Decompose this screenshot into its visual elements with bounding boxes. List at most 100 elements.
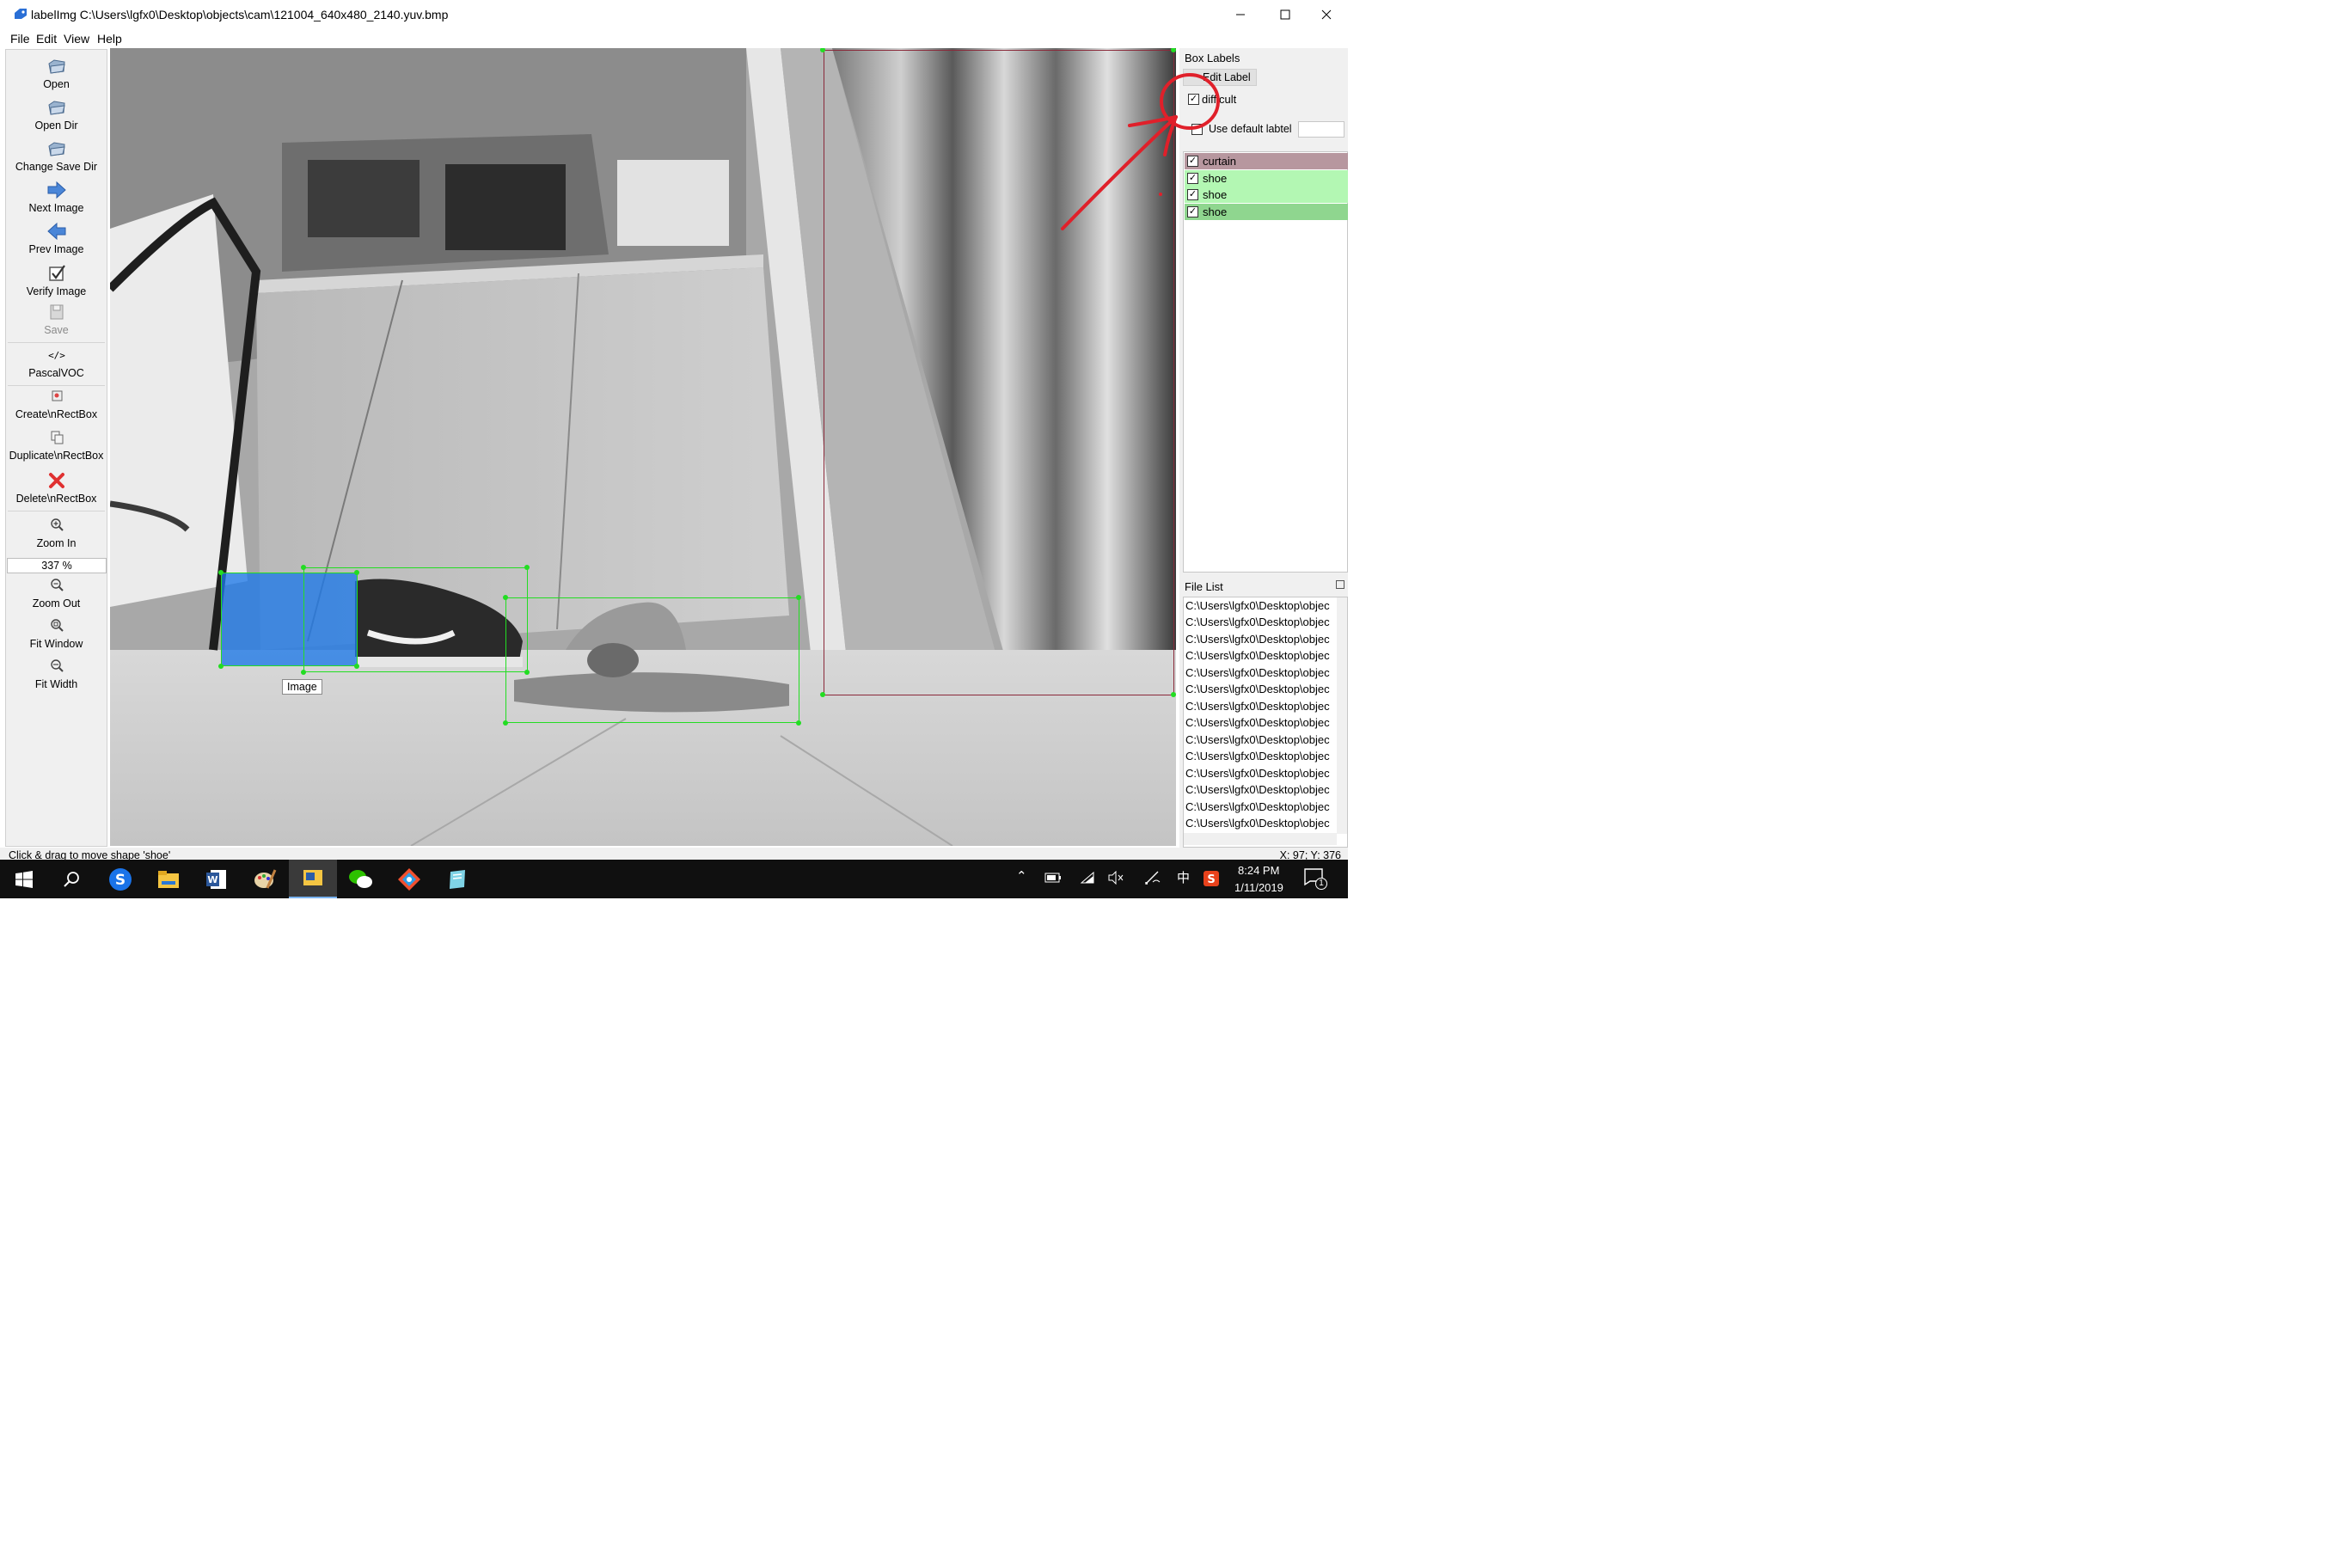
zoom-level-field[interactable]: 337 % — [7, 558, 107, 573]
menu-view[interactable]: View — [64, 32, 89, 46]
bbox-shoe[interactable] — [303, 567, 528, 672]
label-item-shoe-selected[interactable]: ✓ shoe — [1185, 204, 1348, 220]
file-list-item[interactable]: C:\Users\lgfx0\Desktop\objec — [1185, 616, 1337, 628]
file-list-item[interactable]: C:\Users\lgfx0\Desktop\objec — [1185, 649, 1337, 662]
bbox-handle[interactable] — [503, 595, 508, 600]
file-list-item[interactable]: C:\Users\lgfx0\Desktop\objec — [1185, 750, 1337, 763]
bbox-handle[interactable] — [820, 692, 825, 697]
next-image-button[interactable]: Next Image — [6, 181, 107, 214]
duplicate-rectbox-button[interactable]: Duplicate\nRectBox — [6, 428, 107, 462]
undock-icon[interactable] — [1336, 580, 1344, 589]
arrow-right-icon — [47, 181, 66, 199]
labelimg-app-icon — [15, 9, 27, 19]
menu-file[interactable]: File — [10, 32, 30, 46]
fit-window-button[interactable]: Fit Window — [6, 616, 107, 650]
search-button[interactable] — [48, 860, 96, 898]
verify-image-button[interactable]: Verify Image — [6, 264, 107, 297]
bbox-handle[interactable] — [524, 565, 530, 570]
menu-help[interactable]: Help — [97, 32, 122, 46]
change-save-dir-button[interactable]: Change Save Dir — [6, 139, 107, 173]
delete-rectbox-button[interactable]: Delete\nRectBox — [6, 471, 107, 505]
bbox-handle[interactable] — [301, 670, 306, 675]
file-list-item[interactable]: C:\Users\lgfx0\Desktop\objec — [1185, 733, 1337, 746]
file-list-horizontal-scrollbar[interactable] — [1184, 833, 1337, 845]
file-list-item[interactable]: C:\Users\lgfx0\Desktop\objec — [1185, 817, 1337, 830]
label-visible-checkbox[interactable]: ✓ — [1187, 173, 1198, 184]
bbox-handle[interactable] — [218, 664, 224, 669]
file-list-item[interactable]: C:\Users\lgfx0\Desktop\objec — [1185, 800, 1337, 813]
taskbar-app-labelimg-active[interactable] — [289, 860, 337, 898]
taskbar-app-sogou[interactable]: S — [96, 860, 144, 898]
tray-ime-indicator[interactable]: 中 — [1177, 868, 1190, 886]
minimize-button[interactable] — [1221, 0, 1260, 29]
label-visible-checkbox[interactable]: ✓ — [1187, 156, 1198, 167]
file-list-item[interactable]: C:\Users\lgfx0\Desktop\objec — [1185, 767, 1337, 780]
default-label-input[interactable] — [1298, 121, 1344, 138]
taskbar-app-explorer[interactable] — [144, 860, 193, 898]
bbox-handle[interactable] — [524, 670, 530, 675]
bbox-handle[interactable] — [503, 720, 508, 726]
start-button[interactable] — [0, 860, 48, 898]
fit-width-label: Fit Width — [34, 678, 78, 690]
label-list[interactable]: ✓ curtain ✓ shoe ✓ shoe ✓ shoe — [1183, 151, 1348, 573]
tray-pen-icon[interactable] — [1144, 870, 1161, 885]
taskbar-time[interactable]: 8:24 PM — [1238, 864, 1279, 877]
folder-open-icon — [47, 101, 65, 115]
open-button[interactable]: Open — [6, 57, 107, 90]
menu-edit[interactable]: Edit — [36, 32, 57, 46]
file-list-item[interactable]: C:\Users\lgfx0\Desktop\objec — [1185, 783, 1337, 796]
tray-volume-muted-icon[interactable] — [1108, 871, 1124, 885]
file-list-item[interactable]: C:\Users\lgfx0\Desktop\objec — [1185, 716, 1337, 729]
tray-sogou-ime-icon[interactable]: S — [1203, 870, 1220, 887]
open-dir-button[interactable]: Open Dir — [6, 98, 107, 132]
tray-battery-icon[interactable] — [1044, 872, 1062, 884]
taskbar-app-wechat[interactable] — [337, 860, 385, 898]
label-visible-checkbox[interactable]: ✓ — [1187, 189, 1198, 200]
zoom-in-button[interactable]: Zoom In — [6, 516, 107, 549]
bbox-handle[interactable] — [218, 570, 224, 575]
file-list-item[interactable]: C:\Users\lgfx0\Desktop\objec — [1185, 633, 1337, 646]
difficult-checkbox[interactable]: ✓ — [1188, 94, 1199, 105]
file-list-item[interactable]: C:\Users\lgfx0\Desktop\objec — [1185, 700, 1337, 713]
file-list-item[interactable]: C:\Users\lgfx0\Desktop\objec — [1185, 683, 1337, 695]
taskbar-app-paint[interactable] — [241, 860, 289, 898]
taskbar-date[interactable]: 1/11/2019 — [1234, 881, 1283, 894]
close-button[interactable] — [1307, 0, 1346, 29]
notification-count-badge: 1 — [1315, 878, 1327, 890]
create-rectbox-button[interactable]: Create\nRectBox — [6, 387, 107, 420]
edit-label-button[interactable]: Edit Label — [1183, 69, 1257, 86]
zoom-out-button[interactable]: Zoom Out — [6, 576, 107, 609]
fit-width-button[interactable]: Fit Width — [6, 657, 107, 690]
label-visible-checkbox[interactable]: ✓ — [1187, 206, 1198, 217]
tray-wifi-icon[interactable] — [1080, 871, 1095, 885]
file-list-item[interactable]: C:\Users\lgfx0\Desktop\objec — [1185, 666, 1337, 679]
tray-chevron-up-icon[interactable]: ⌃ — [1016, 868, 1027, 884]
file-list-vertical-scrollbar[interactable] — [1337, 597, 1347, 834]
taskbar-app-notes[interactable] — [433, 860, 481, 898]
bbox-handle[interactable] — [301, 565, 306, 570]
file-list[interactable]: C:\Users\lgfx0\Desktop\objec C:\Users\lg… — [1183, 597, 1348, 848]
bbox-handle[interactable] — [1171, 692, 1176, 697]
action-center-button[interactable]: 1 — [1303, 867, 1327, 890]
bbox-handle[interactable] — [796, 720, 801, 726]
label-item-shoe[interactable]: ✓ shoe — [1185, 187, 1348, 203]
bbox-curtain[interactable] — [824, 50, 1174, 695]
format-toggle-button[interactable]: </> PascalVOC — [6, 346, 107, 379]
bbox-shoe[interactable] — [505, 597, 799, 723]
use-default-label-checkbox[interactable] — [1191, 124, 1203, 135]
bbox-handle[interactable] — [354, 664, 359, 669]
close-icon — [1321, 9, 1332, 20]
bbox-handle[interactable] — [354, 570, 359, 575]
maximize-button[interactable] — [1265, 0, 1305, 29]
label-item-curtain[interactable]: ✓ curtain — [1185, 153, 1348, 169]
taskbar-app-word[interactable]: W — [193, 860, 241, 898]
bbox-handle[interactable] — [796, 595, 801, 600]
image-canvas[interactable]: Image — [110, 48, 1176, 846]
prev-image-button[interactable]: Prev Image — [6, 222, 107, 255]
save-button[interactable]: Save — [6, 303, 107, 336]
taskbar-app-git[interactable] — [385, 860, 433, 898]
file-list-item[interactable]: C:\Users\lgfx0\Desktop\objec — [1185, 599, 1337, 612]
fit-width-icon — [50, 659, 64, 672]
file-list-title: File List — [1185, 580, 1223, 593]
label-item-shoe[interactable]: ✓ shoe — [1185, 170, 1348, 187]
